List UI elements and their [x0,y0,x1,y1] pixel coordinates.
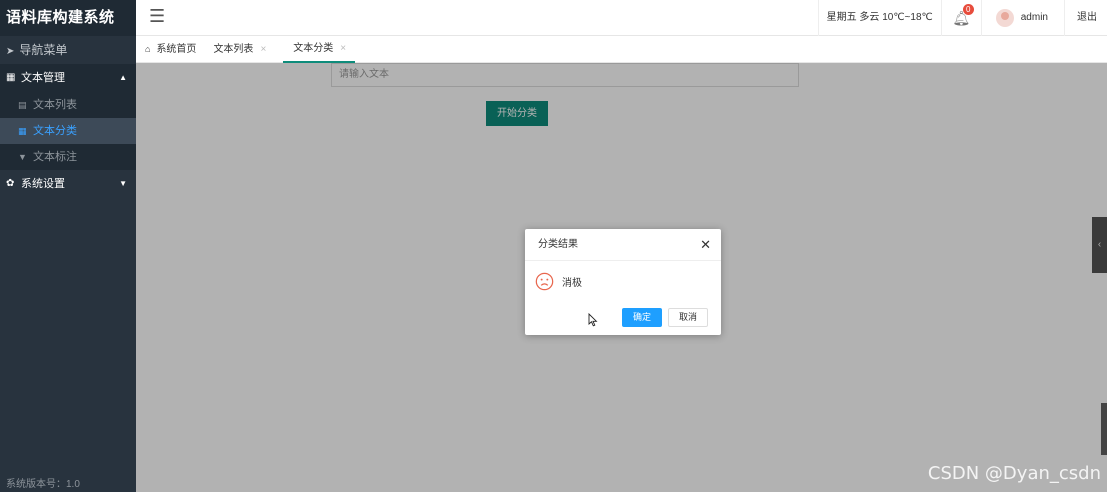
tab-label: 系统首页 [156,43,197,55]
sidebar: 语料库构建系统 ➤ 导航菜单 ▦ 文本管理 ▲ ▤ 文本列表 ▦ 文本分类 ▼ 文… [0,0,136,492]
gear-icon: ✿ [6,178,15,189]
cancel-button[interactable]: 取消 [668,308,708,327]
sidebar-group-system-settings[interactable]: ✿ 系统设置 ▼ [0,170,136,198]
watermark: CSDN @Dyan_csdn [927,463,1101,484]
classification-result: 消极 [562,277,582,289]
notification-button[interactable]: 🔔︎ 0 [940,0,981,36]
tab-label: 文本分类 [293,42,334,54]
paper-plane-icon: ➤ [6,46,15,57]
nav-menu-title: ➤ 导航菜单 [0,36,136,64]
sidebar-item-text-list[interactable]: ▤ 文本列表 [0,92,136,118]
list-icon: ▤ [18,100,27,110]
dialog-header: 分类结果 ✕ [525,229,721,261]
menu-toggle-icon[interactable]: ☰ [149,6,165,27]
close-icon[interactable]: × [260,36,266,63]
sidebar-item-text-annotation[interactable]: ▼ 文本标注 [0,144,136,170]
sidebar-group-text-management[interactable]: ▦ 文本管理 ▲ [0,64,136,92]
tab-home[interactable]: ⌂ 系统首页 [145,36,205,63]
dialog-body: 消极 [525,261,721,301]
user-menu[interactable]: admin [980,0,1064,36]
header-right: 星期五 多云 10℃~18℃ 🔔︎ 0 admin 退出 [817,0,1107,36]
filter-icon: ▼ [18,152,27,162]
sad-face-icon [535,272,554,290]
tab-text-list[interactable]: 文本列表 × [213,36,275,63]
confirm-button[interactable]: 确定 [622,308,662,327]
grid-icon: ▦ [6,72,16,83]
app-title: 语料库构建系统 [0,0,136,36]
side-panel-toggle[interactable]: ‹ [1092,217,1107,273]
tab-text-classification[interactable]: 文本分类 × [283,35,356,63]
close-icon[interactable]: × [340,35,346,62]
sidebar-item-label: 文本标注 [33,151,77,163]
caret-up-icon: ▲ [119,73,127,82]
scroll-handle[interactable] [1101,403,1107,455]
sidebar-submenu: ▤ 文本列表 ▦ 文本分类 ▼ 文本标注 [0,92,136,170]
sidebar-item-label: 文本分类 [33,125,77,137]
home-icon: ⌂ [145,43,151,54]
classification-result-dialog: 分类结果 ✕ 消极 确定 取消 [525,229,721,335]
avatar [995,9,1014,27]
close-icon[interactable]: ✕ [700,229,711,261]
tiles-icon: ▦ [18,126,27,136]
tab-bar: ⌂ 系统首页 文本列表 × 文本分类 × [136,36,1107,63]
mouse-cursor-icon [588,313,598,327]
sidebar-item-text-classification[interactable]: ▦ 文本分类 [0,118,136,144]
sidebar-item-label: 文本列表 [33,99,77,111]
caret-down-icon: ▼ [119,179,127,188]
sidebar-group-label: 文本管理 [21,72,65,84]
dialog-title: 分类结果 [538,239,578,250]
weather-info: 星期五 多云 10℃~18℃ [817,0,941,36]
logout-button[interactable]: 退出 [1064,0,1107,36]
notification-badge: 0 [962,4,974,15]
nav-menu-label: 导航菜单 [19,43,68,57]
sidebar-group-label: 系统设置 [21,178,65,190]
version-label: 系统版本号：1.0 [6,479,80,490]
tab-label: 文本列表 [213,43,254,55]
username: admin [1020,12,1048,23]
dialog-footer: 确定 取消 [622,308,708,327]
top-header: ☰ 星期五 多云 10℃~18℃ 🔔︎ 0 admin 退出 [136,0,1107,36]
chevron-left-icon: ‹ [1097,239,1102,250]
